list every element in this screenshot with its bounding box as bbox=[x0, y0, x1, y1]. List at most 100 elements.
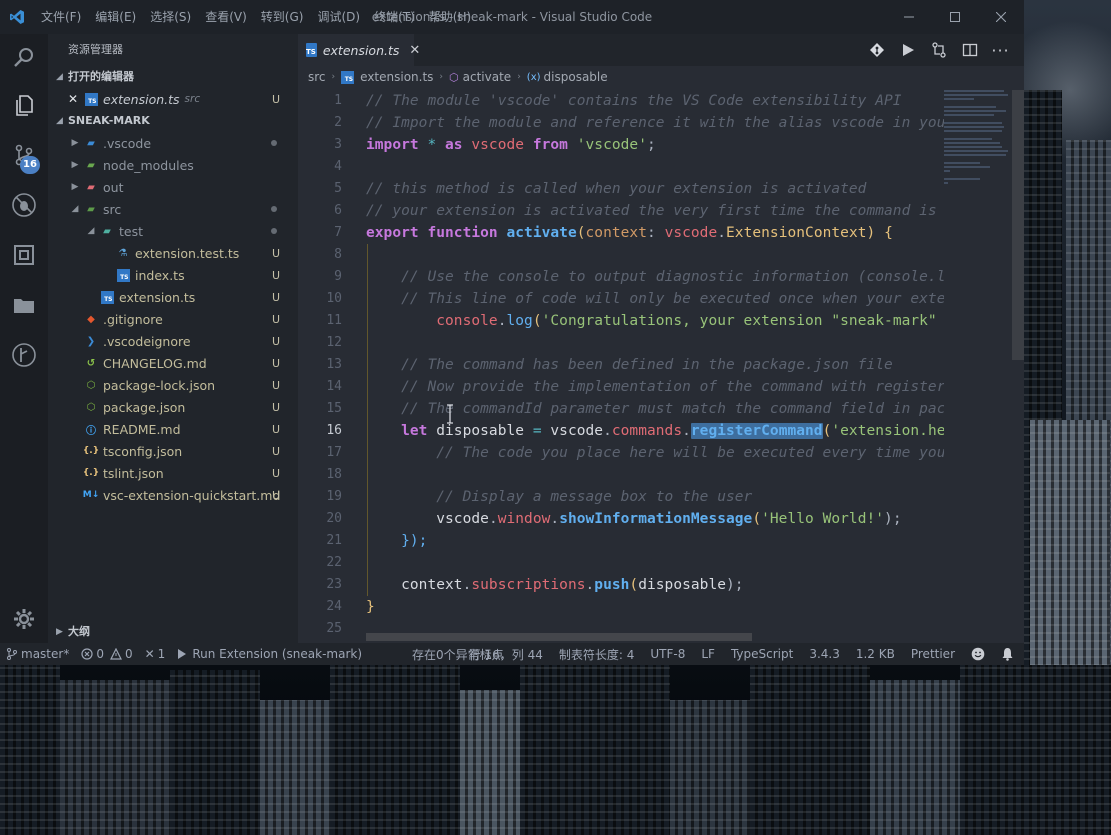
source-control-button[interactable]: 16 bbox=[0, 130, 48, 180]
more-actions-button[interactable]: ··· bbox=[985, 38, 1016, 62]
vertical-scrollbar[interactable] bbox=[1012, 90, 1024, 360]
chevron-down-icon[interactable]: ◢ bbox=[84, 226, 98, 236]
close-window-button[interactable] bbox=[978, 0, 1024, 34]
menu-view[interactable]: 查看(V) bbox=[198, 0, 254, 34]
minimap-line bbox=[944, 142, 1000, 144]
file-tree-item[interactable]: ⓘ README.md U bbox=[48, 418, 298, 440]
feedback-button[interactable] bbox=[963, 643, 993, 665]
split-editor-button[interactable] bbox=[954, 38, 985, 62]
run-button[interactable] bbox=[892, 38, 923, 62]
modified-dot bbox=[271, 140, 277, 146]
ts-version[interactable]: 3.4.3 bbox=[801, 643, 848, 665]
project-header[interactable]: ◢ SNEAK-MARK bbox=[48, 110, 298, 132]
minimap-line bbox=[944, 90, 1004, 92]
chevron-right-icon[interactable]: ▶ bbox=[68, 182, 82, 192]
explorer-button[interactable] bbox=[0, 34, 48, 80]
chevron-right-icon: › bbox=[331, 72, 336, 82]
function-symbol-icon: ⬡ bbox=[449, 70, 459, 84]
open-changes-button[interactable] bbox=[923, 38, 954, 62]
open-editors-header[interactable]: ◢ 打开的编辑器 bbox=[48, 66, 298, 88]
chevron-right-icon[interactable]: ▶ bbox=[68, 160, 82, 170]
cursor-position[interactable]: 行 16，列 44 bbox=[461, 643, 551, 665]
minimap-line bbox=[944, 138, 992, 140]
file-tree-item[interactable]: ▶ ▰ .vscode bbox=[48, 132, 298, 154]
maximize-button[interactable] bbox=[932, 0, 978, 34]
test-file-icon: ⚗ bbox=[118, 247, 128, 259]
git-status: U bbox=[271, 356, 280, 370]
menu-debug[interactable]: 调试(D) bbox=[310, 0, 367, 34]
files-button[interactable] bbox=[0, 80, 48, 130]
file-name: src bbox=[103, 201, 122, 217]
breadcrumb-file[interactable]: extension.ts bbox=[360, 70, 433, 84]
split-editor-icon bbox=[962, 43, 977, 57]
outline-header[interactable]: ▶ 大纲 bbox=[48, 621, 298, 643]
tools-status[interactable]: ✕ 1 bbox=[139, 643, 172, 665]
file-tree-item[interactable]: M↓ vsc-extension-quickstart.md U bbox=[48, 484, 298, 506]
minimap[interactable] bbox=[944, 90, 1010, 220]
extensions-button[interactable] bbox=[0, 230, 48, 280]
file-tree-item[interactable]: ▶ ▰ out bbox=[48, 176, 298, 198]
debug-button[interactable] bbox=[0, 180, 48, 230]
close-icon[interactable]: ✕ bbox=[68, 92, 82, 106]
file-tree-item[interactable]: ⬡ package-lock.json U bbox=[48, 374, 298, 396]
file-tree-item[interactable]: ❯ .vscodeignore U bbox=[48, 330, 298, 352]
typescript-file-icon: TS bbox=[98, 289, 116, 305]
file-name: extension.ts bbox=[119, 289, 196, 305]
horizontal-scrollbar[interactable] bbox=[366, 633, 752, 641]
file-tree-item[interactable]: ◆ .gitignore U bbox=[48, 308, 298, 330]
menu-file[interactable]: 文件(F) bbox=[34, 0, 88, 34]
menu-help[interactable]: 帮助(H) bbox=[422, 0, 478, 34]
problems-status[interactable]: 0 0 bbox=[75, 643, 138, 665]
breadcrumb-function[interactable]: activate bbox=[463, 70, 512, 84]
tab-extension-ts[interactable]: TS extension.ts ✕ bbox=[298, 34, 420, 66]
file-tree-item[interactable]: ▶ ▰ node_modules bbox=[48, 154, 298, 176]
close-tab-icon[interactable]: ✕ bbox=[409, 43, 420, 58]
file-tree-item[interactable]: ◢ ▰ test bbox=[48, 220, 298, 242]
code-line: // Now provide the implementation of the… bbox=[401, 379, 944, 395]
folder-node-icon: ▰ bbox=[87, 159, 95, 171]
minimap-line bbox=[944, 182, 948, 184]
bell-icon bbox=[1002, 648, 1013, 661]
menu-terminal[interactable]: 终端(T) bbox=[367, 0, 422, 34]
settings-button[interactable] bbox=[0, 595, 48, 643]
tab-size[interactable]: 制表符长度: 4 bbox=[551, 643, 643, 665]
file-tree-item[interactable]: TS extension.ts U bbox=[48, 286, 298, 308]
chevron-down-icon[interactable]: ◢ bbox=[68, 204, 82, 214]
npm-file-icon: ⬡ bbox=[86, 401, 96, 413]
file-tree-item[interactable]: {.} tslint.json U bbox=[48, 462, 298, 484]
breadcrumb-folder[interactable]: src bbox=[308, 70, 326, 84]
code-editor[interactable]: 1 2 3 4 5 6 7 8 9 10 11 12 13 14 15 16 17 18 19 20 21 22 23 24 2… bbox=[298, 90, 1024, 643]
menu-selection[interactable]: 选择(S) bbox=[143, 0, 198, 34]
prettier-status[interactable]: Prettier bbox=[903, 643, 963, 665]
minimap-line bbox=[944, 150, 1008, 152]
code-line: // The command has been defined in the p… bbox=[401, 357, 893, 373]
smiley-icon bbox=[971, 647, 985, 661]
file-tree-item[interactable]: ⬡ package.json U bbox=[48, 396, 298, 418]
breadcrumb-variable[interactable]: disposable bbox=[544, 70, 608, 84]
git-lens-button[interactable] bbox=[0, 330, 48, 380]
notifications-button[interactable] bbox=[993, 643, 1024, 665]
menu-go[interactable]: 转到(G) bbox=[254, 0, 311, 34]
minimize-button[interactable] bbox=[886, 0, 932, 34]
language-mode[interactable]: TypeScript bbox=[723, 643, 801, 665]
file-tree-item[interactable]: {.} tsconfig.json U bbox=[48, 440, 298, 462]
close-icon bbox=[996, 12, 1006, 22]
project-manager-button[interactable] bbox=[0, 280, 48, 330]
branch-status[interactable]: master* bbox=[0, 643, 75, 665]
open-editor-item[interactable]: ✕ TS extension.ts src U bbox=[48, 88, 298, 110]
file-tree-item[interactable]: ⚗ extension.test.ts U bbox=[48, 242, 298, 264]
git-status: U bbox=[271, 312, 280, 326]
outline-label: 大纲 bbox=[68, 625, 90, 638]
chevron-right-icon[interactable]: ▶ bbox=[68, 138, 82, 148]
encoding[interactable]: UTF-8 bbox=[642, 643, 693, 665]
minimap-line bbox=[944, 162, 980, 164]
file-tree-item[interactable]: ↺ CHANGELOG.md U bbox=[48, 352, 298, 374]
git-compare-button[interactable] bbox=[861, 38, 892, 62]
end-of-line[interactable]: LF bbox=[693, 643, 723, 665]
menu-edit[interactable]: 编辑(E) bbox=[88, 0, 143, 34]
run-extension-status[interactable]: Run Extension (sneak-mark) bbox=[171, 643, 368, 665]
file-tree-item[interactable]: TS index.ts U bbox=[48, 264, 298, 286]
vscode-window: 文件(F) 编辑(E) 选择(S) 查看(V) 转到(G) 调试(D) 终端(T… bbox=[0, 0, 1024, 665]
file-tree-item[interactable]: ◢ ▰ src bbox=[48, 198, 298, 220]
